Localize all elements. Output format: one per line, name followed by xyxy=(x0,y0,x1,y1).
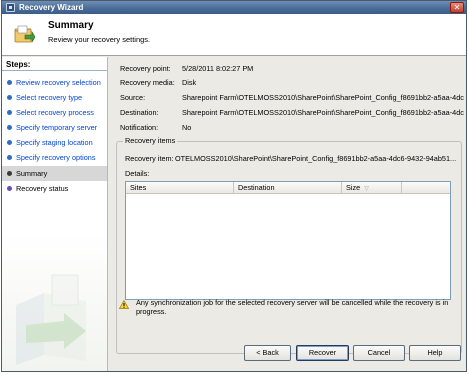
warning-icon xyxy=(119,300,129,309)
step-specify-recovery-options[interactable]: Specify recovery options xyxy=(2,150,107,165)
step-label: Summary xyxy=(16,169,48,178)
recovery-wizard-icon xyxy=(14,25,35,44)
destination-label: Destination: xyxy=(120,108,159,117)
window-title: Recovery Wizard xyxy=(19,3,84,12)
step-summary[interactable]: Summary xyxy=(2,166,107,181)
step-bullet-icon xyxy=(7,186,12,191)
details-grid-header: Sites Destination Size ▽ xyxy=(126,182,450,194)
step-bullet-icon xyxy=(7,95,12,100)
recover-button[interactable]: Recover xyxy=(296,345,349,361)
app-icon xyxy=(6,3,15,12)
source-value: Sharepoint Farm\OTELMOSS2010\SharePoint\… xyxy=(182,93,464,102)
sync-warning: Any synchronization job for the selected… xyxy=(119,298,459,320)
step-recovery-status: Recovery status xyxy=(2,181,107,196)
step-review-recovery-selection[interactable]: Review recovery selection xyxy=(2,75,107,90)
column-header-sites[interactable]: Sites xyxy=(126,182,234,194)
wizard-header: Summary Review your recovery settings. xyxy=(2,14,466,56)
step-label: Select recovery process xyxy=(16,108,94,117)
step-label: Specify recovery options xyxy=(16,153,96,162)
notification-label: Notification: xyxy=(120,123,159,132)
step-label: Select recovery type xyxy=(16,93,83,102)
close-button[interactable]: ✕ xyxy=(450,2,464,13)
source-label: Source: xyxy=(120,93,146,102)
recovery-items-group: Recovery items Recovery item: OTELMOSS20… xyxy=(116,136,462,354)
page-subtitle: Review your recovery settings. xyxy=(48,35,151,44)
column-label: Sites xyxy=(130,183,147,192)
step-specify-temporary-server[interactable]: Specify temporary server xyxy=(2,120,107,135)
step-bullet-icon xyxy=(7,125,12,130)
back-button[interactable]: < Back xyxy=(244,345,291,361)
summary-panel: Recovery point: 5/28/2011 8:02:27 PM Rec… xyxy=(109,57,466,371)
column-header-size[interactable]: Size ▽ xyxy=(342,182,402,194)
step-label: Review recovery selection xyxy=(16,78,101,87)
watermark-folder-icon xyxy=(16,274,86,365)
step-label: Recovery status xyxy=(16,184,69,193)
recovery-media-label: Recovery media: xyxy=(120,78,175,87)
step-label: Specify temporary server xyxy=(16,123,98,132)
recovery-items-title: Recovery items xyxy=(123,136,178,145)
recovery-item-value: OTELMOSS2010\SharePoint\SharePoint_Confi… xyxy=(175,154,457,163)
step-bullet-icon xyxy=(7,80,12,85)
page-title: Summary xyxy=(48,20,94,31)
steps-divider xyxy=(2,70,107,71)
recovery-point-label: Recovery point: xyxy=(120,64,171,73)
step-bullet-icon xyxy=(7,171,12,176)
recovery-point-value: 5/28/2011 8:02:27 PM xyxy=(182,64,254,73)
step-bullet-icon xyxy=(7,110,12,115)
column-header-destination[interactable]: Destination xyxy=(234,182,342,194)
step-bullet-icon xyxy=(7,155,12,160)
notification-value: No xyxy=(182,123,192,132)
recovery-wizard-window: Recovery Wizard ✕ Summary Review your re… xyxy=(1,0,467,372)
sort-icon: ▽ xyxy=(364,186,369,192)
steps-heading: Steps: xyxy=(6,60,31,69)
details-label: Details: xyxy=(125,169,150,178)
step-specify-staging-location[interactable]: Specify staging location xyxy=(2,135,107,150)
column-label: Size xyxy=(346,183,361,192)
recovery-media-value: Disk xyxy=(182,78,197,87)
steps-sidebar: Steps: Review recovery selection Select … xyxy=(2,57,108,371)
step-bullet-icon xyxy=(7,140,12,145)
column-label: Destination xyxy=(238,183,275,192)
destination-value: Sharepoint Farm\OTELMOSS2010\SharePoint\… xyxy=(182,108,464,117)
step-select-recovery-type[interactable]: Select recovery type xyxy=(2,90,107,105)
recovery-item-label: Recovery item: xyxy=(125,154,174,163)
title-bar[interactable]: Recovery Wizard ✕ xyxy=(2,1,466,14)
help-button[interactable]: Help xyxy=(409,345,461,361)
cancel-button[interactable]: Cancel xyxy=(353,345,405,361)
step-select-recovery-process[interactable]: Select recovery process xyxy=(2,105,107,120)
step-label: Specify staging location xyxy=(16,138,93,147)
details-grid[interactable]: Sites Destination Size ▽ xyxy=(125,181,451,300)
warning-text: Any synchronization job for the selected… xyxy=(136,298,449,316)
